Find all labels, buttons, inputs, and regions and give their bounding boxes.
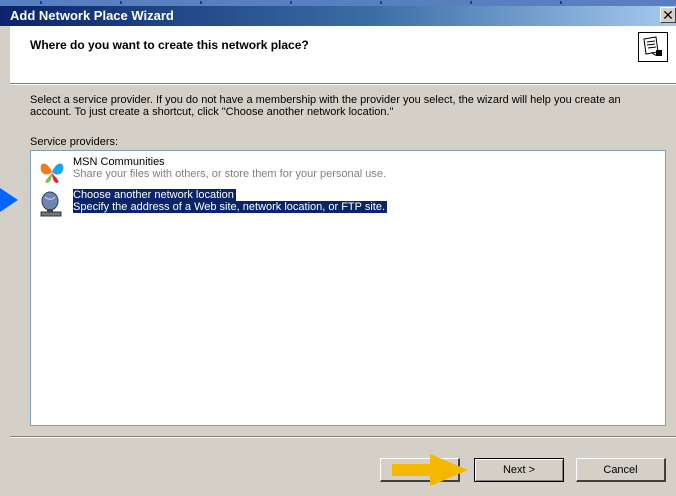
wizard-header: Where do you want to create this network… xyxy=(10,26,676,84)
window-title: Add Network Place Wizard xyxy=(10,8,174,23)
annotation-arrow-icon xyxy=(0,188,18,212)
header-divider xyxy=(10,84,676,85)
item-title: MSN Communities xyxy=(73,156,165,168)
wizard-window: Add Network Place Wizard ✕ Where do you … xyxy=(0,0,676,496)
page-title: Where do you want to create this network… xyxy=(30,38,309,52)
next-button[interactable]: Next > xyxy=(474,458,564,482)
instruction-text: Select a service provider. If you do not… xyxy=(30,94,621,118)
item-description: Share your files with others, or store t… xyxy=(73,168,387,180)
close-button[interactable]: ✕ xyxy=(660,7,676,23)
network-location-icon xyxy=(40,191,62,217)
close-icon: ✕ xyxy=(662,7,674,23)
item-description: Specify the address of a Web site, netwo… xyxy=(73,201,388,213)
item-title: Choose another network location xyxy=(73,189,236,201)
service-providers-label: Service providers: xyxy=(30,136,119,148)
title-bar[interactable]: Add Network Place Wizard ✕ xyxy=(0,6,676,26)
list-item-msn-communities[interactable]: MSN Communities Share your files with ot… xyxy=(37,156,647,184)
list-item-choose-another-location[interactable]: Choose another network location Specify … xyxy=(37,189,647,217)
service-providers-list[interactable]: MSN Communities Share your files with ot… xyxy=(30,150,666,426)
network-folder-icon xyxy=(638,32,668,62)
annotation-arrow-icon xyxy=(392,454,468,486)
msn-butterfly-icon xyxy=(40,163,64,183)
cancel-button[interactable]: Cancel xyxy=(576,458,666,482)
